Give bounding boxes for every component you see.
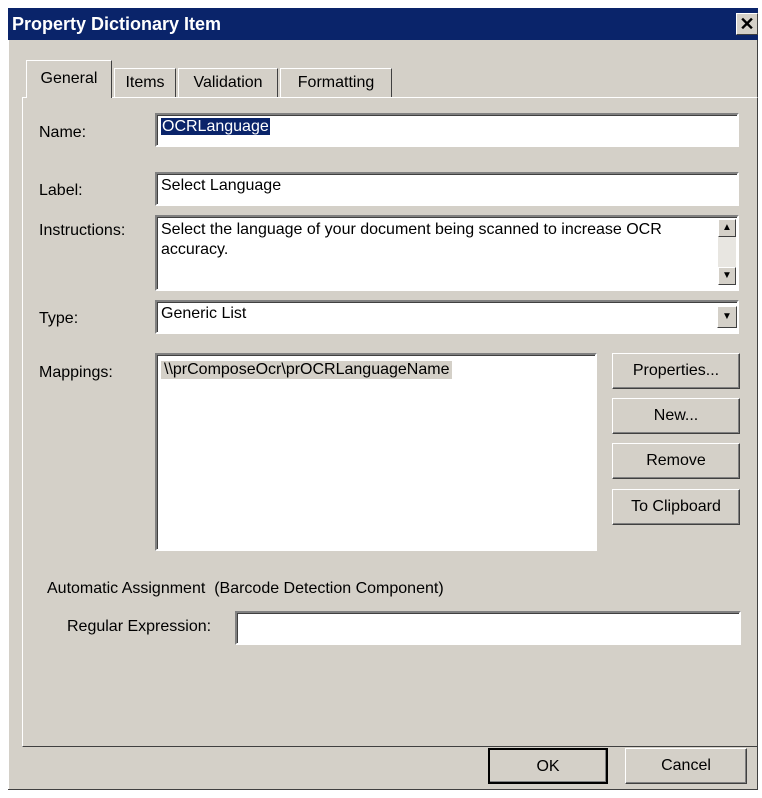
scroll-down-button[interactable]: ▼ bbox=[718, 267, 736, 285]
title-bar[interactable]: Property Dictionary Item ✕ bbox=[8, 8, 758, 40]
property-dictionary-dialog: Property Dictionary Item ✕ General Items… bbox=[8, 8, 758, 790]
tab-formatting-label: Formatting bbox=[297, 74, 375, 91]
tab-general[interactable]: General bbox=[26, 60, 112, 98]
type-dropdown-button[interactable]: ▼ bbox=[717, 306, 737, 328]
properties-button[interactable]: Properties... bbox=[612, 353, 740, 389]
cancel-button-label: Cancel bbox=[661, 757, 711, 774]
tab-items-label: Items bbox=[125, 74, 165, 91]
close-icon: ✕ bbox=[739, 14, 755, 34]
name-field[interactable]: OCRLanguage bbox=[155, 113, 739, 147]
type-select-value: Generic List bbox=[161, 305, 247, 322]
remove-button[interactable]: Remove bbox=[612, 443, 740, 479]
properties-button-label: Properties... bbox=[632, 362, 720, 379]
remove-button-label: Remove bbox=[646, 452, 706, 469]
scroll-up-icon: ▲ bbox=[722, 222, 732, 233]
close-button[interactable]: ✕ bbox=[736, 13, 758, 35]
tab-items[interactable]: Items bbox=[114, 68, 176, 98]
window-title: Property Dictionary Item bbox=[12, 14, 222, 34]
instructions-label: Instructions: bbox=[39, 222, 126, 239]
ok-button-label: OK bbox=[536, 758, 560, 775]
label-field-value: Select Language bbox=[161, 177, 282, 194]
label-field[interactable]: Select Language bbox=[155, 172, 739, 206]
cancel-button[interactable]: Cancel bbox=[625, 748, 747, 784]
to-clipboard-button[interactable]: To Clipboard bbox=[612, 489, 740, 525]
tab-validation-label: Validation bbox=[193, 74, 263, 91]
tab-general-label: General bbox=[40, 70, 98, 87]
to-clipboard-button-label: To Clipboard bbox=[631, 498, 721, 515]
name-field-value: OCRLanguage bbox=[161, 118, 270, 135]
label-label: Label: bbox=[39, 182, 83, 199]
mappings-list[interactable]: \\prComposeOcr\prOCRLanguageName bbox=[155, 353, 597, 551]
regular-expression-field[interactable] bbox=[235, 611, 741, 645]
new-button[interactable]: New... bbox=[612, 398, 740, 434]
name-label: Name: bbox=[39, 124, 87, 141]
instructions-value: Select the language of your document bei… bbox=[161, 221, 662, 258]
ok-button[interactable]: OK bbox=[488, 748, 608, 784]
tab-validation[interactable]: Validation bbox=[178, 68, 278, 98]
regular-expression-label: Regular Expression: bbox=[67, 618, 212, 635]
scroll-down-icon: ▼ bbox=[722, 270, 732, 281]
tab-formatting[interactable]: Formatting bbox=[280, 68, 392, 98]
list-item[interactable]: \\prComposeOcr\prOCRLanguageName bbox=[161, 361, 453, 379]
type-label: Type: bbox=[39, 310, 79, 327]
scroll-track[interactable] bbox=[718, 237, 736, 267]
type-select[interactable]: Generic List bbox=[155, 300, 739, 334]
chevron-down-icon: ▼ bbox=[722, 311, 732, 322]
new-button-label: New... bbox=[653, 407, 699, 424]
mappings-label: Mappings: bbox=[39, 364, 113, 381]
general-tab-panel: Name: OCRLanguage Label: Select Language… bbox=[22, 97, 758, 747]
instructions-textarea[interactable]: Select the language of your document bei… bbox=[155, 215, 739, 291]
scroll-up-button[interactable]: ▲ bbox=[718, 219, 736, 237]
automatic-assignment-heading: Automatic Assignment (Barcode Detection … bbox=[47, 580, 444, 597]
